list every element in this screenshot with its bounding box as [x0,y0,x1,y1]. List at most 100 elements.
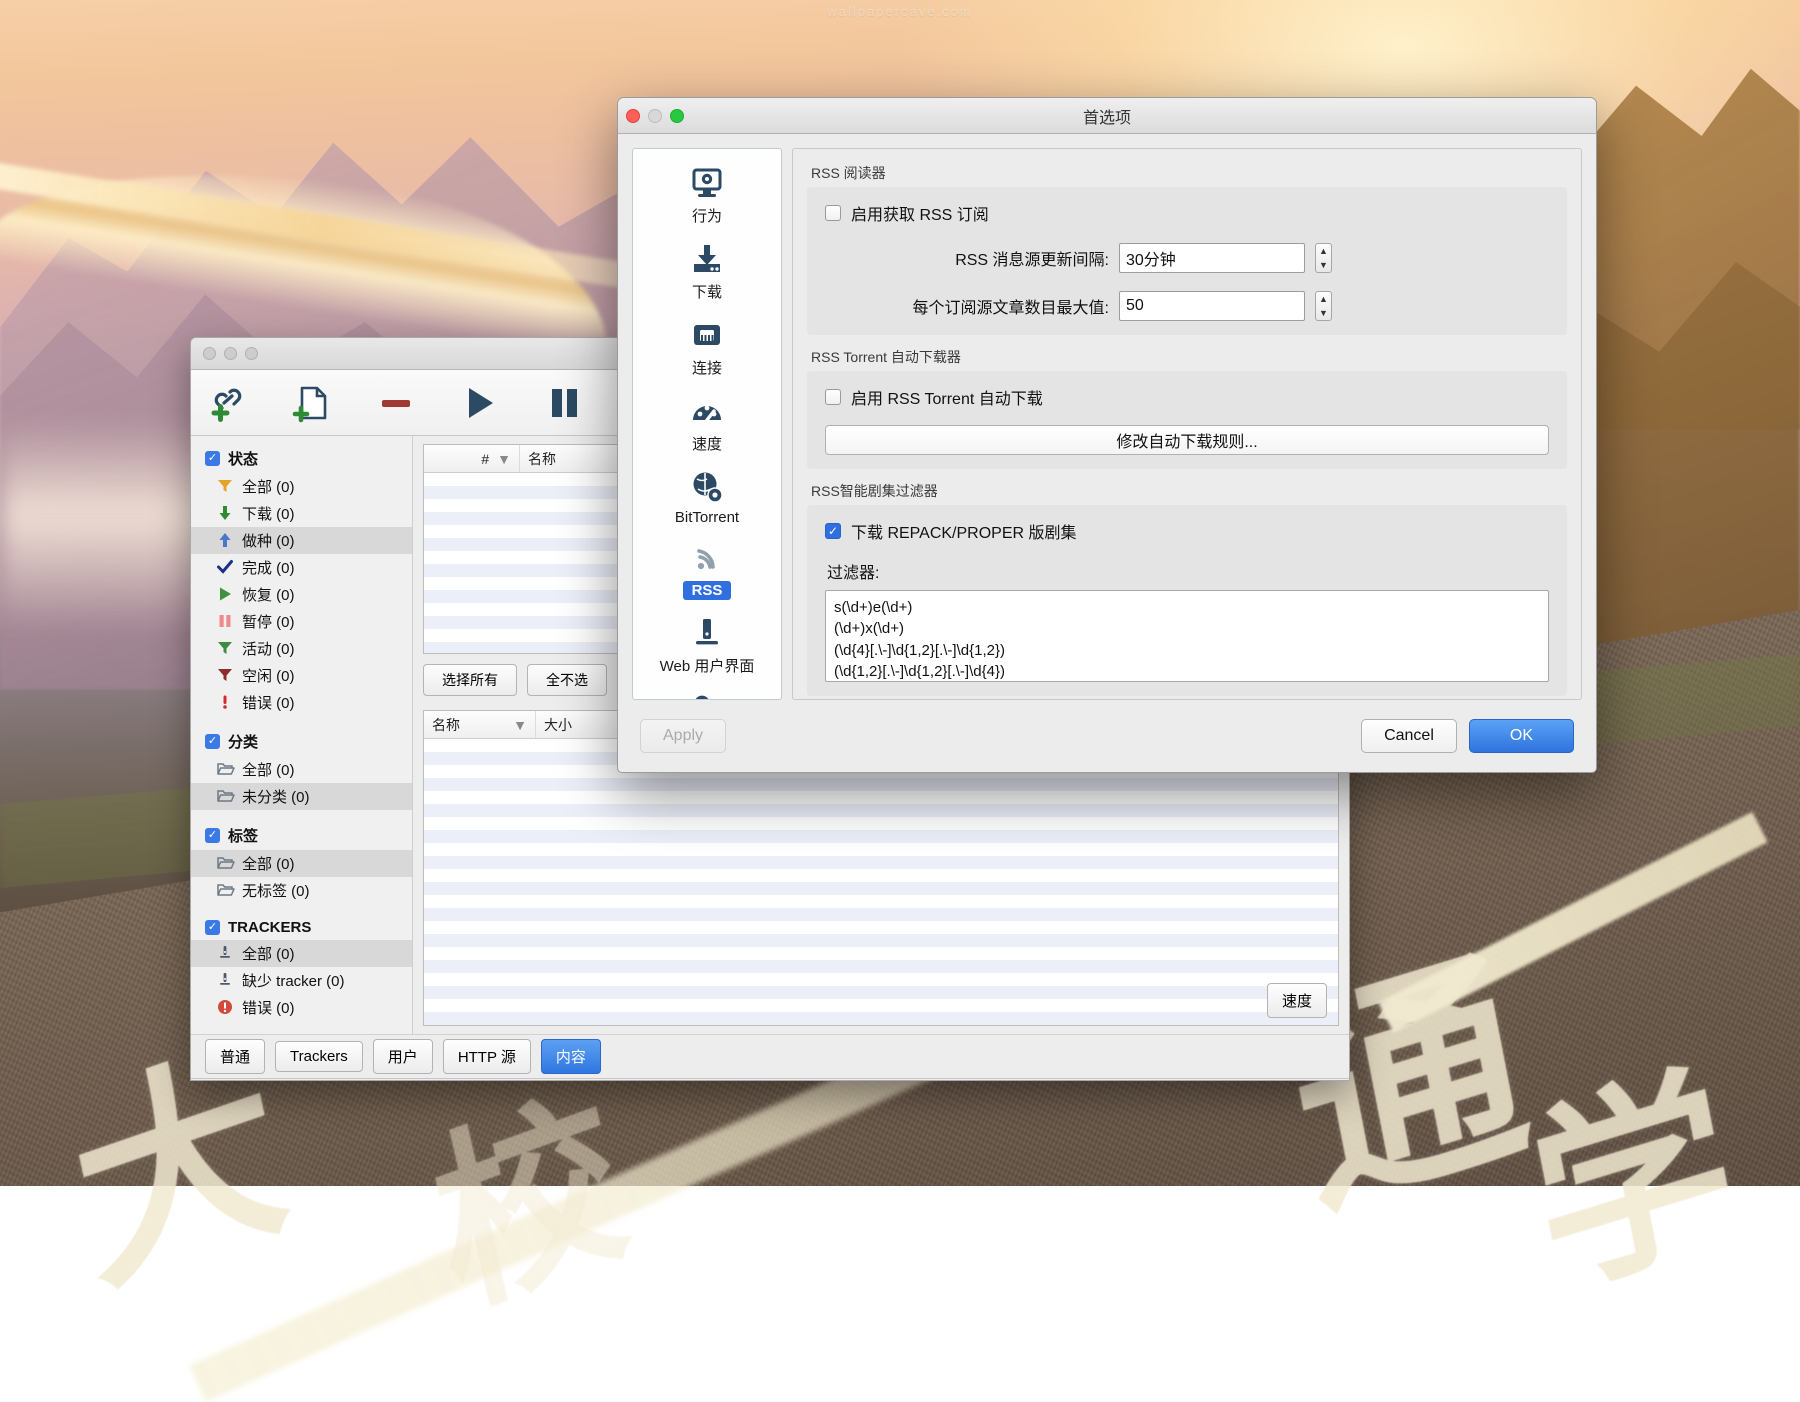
stepper-down-icon[interactable]: ▼ [1319,260,1328,270]
filter-group-13[interactable]: ✓标签 [191,821,412,850]
filter-item-label: 全部 (0) [242,943,295,964]
preferences-sidebar[interactable]: 行为 下载 连接 [632,148,782,700]
add-link-button[interactable] [205,380,251,426]
filter-item-14[interactable]: 全部 (0) [191,850,412,877]
filter-group-checkbox[interactable]: ✓ [205,920,220,935]
cancel-button[interactable]: Cancel [1361,719,1457,753]
filters-textarea[interactable]: s(\d+)e(\d+)(\d+)x(\d+)(\d{4}[.\-]\d{1,2… [825,590,1549,682]
stepper-up-icon[interactable]: ▲ [1319,294,1328,304]
alt-speed-toggle[interactable] [546,1079,600,1081]
client-close-button[interactable] [203,347,216,360]
filter-line: s(\d+)e(\d+) [834,597,1540,618]
enable-auto-download-row[interactable]: 启用 RSS Torrent 自动下载 [825,385,1549,409]
filter-item-3[interactable]: 做种 (0) [191,527,412,554]
filter-group-checkbox[interactable]: ✓ [205,734,220,749]
filter-item-7[interactable]: 活动 (0) [191,635,412,662]
sidebar-item-behavior[interactable]: 行为 [633,159,781,235]
arrow-down-green-icon [217,505,233,523]
max-articles-input[interactable]: 50 [1119,291,1305,321]
stepper-up-icon[interactable]: ▲ [1319,246,1328,256]
filter-group-16[interactable]: ✓TRACKERS [191,915,412,940]
filter-group-10[interactable]: ✓分类 [191,727,412,756]
filter-item-label: 无标签 (0) [242,880,310,901]
select-none-button[interactable]: 全不选 [527,664,607,696]
remove-button[interactable] [373,380,419,426]
sidebar-item-bittorrent[interactable]: BitTorrent [633,463,781,535]
auto-downloader-group: 启用 RSS Torrent 自动下载 修改自动下载规则... [807,371,1567,469]
filter-item-6[interactable]: 暂停 (0) [191,608,412,635]
funnel-green-icon [217,640,233,658]
sort-arrow-icon: ▼ [513,717,527,733]
edit-download-rules-button[interactable]: 修改自动下载规则... [825,425,1549,455]
filter-item-18[interactable]: 缺少 tracker (0) [191,967,412,994]
smart-filter-group-title: RSS智能剧集过滤器 [811,481,1567,501]
refresh-interval-input[interactable]: 30分钟 [1119,243,1305,273]
gears-icon [690,692,724,700]
smart-filter-group: ✓ 下载 REPACK/PROPER 版剧集 过滤器: s(\d+)e(\d+)… [807,505,1567,696]
filter-item-label: 未分类 (0) [242,786,310,807]
column-header-name[interactable]: 名称 [528,449,556,469]
filter-sidebar[interactable]: ✓状态全部 (0)下载 (0)做种 (0)完成 (0)恢复 (0)暂停 (0)活… [191,436,413,1034]
filter-item-9[interactable]: 错误 (0) [191,689,412,716]
filter-item-17[interactable]: 全部 (0) [191,940,412,967]
filter-item-11[interactable]: 全部 (0) [191,756,412,783]
sidebar-label: BitTorrent [675,509,739,526]
enable-rss-fetch-row[interactable]: 启用获取 RSS 订阅 [825,201,1549,225]
download-repack-checkbox[interactable]: ✓ [825,523,841,539]
pause-button[interactable] [541,380,587,426]
arrow-up-blue-icon [217,532,233,550]
sidebar-item-connection[interactable]: 连接 [633,311,781,387]
stepper-down-icon[interactable]: ▼ [1319,308,1328,318]
filter-item-label: 错误 (0) [242,692,295,713]
filter-group-0[interactable]: ✓状态 [191,444,412,473]
filter-item-5[interactable]: 恢复 (0) [191,581,412,608]
filter-line: (\d{4}[.\-]\d{1,2}[.\-]\d{1,2}) [834,640,1540,661]
detail-tab-4[interactable]: 内容 [541,1039,601,1074]
filter-group-checkbox[interactable]: ✓ [205,828,220,843]
filter-item-15[interactable]: 无标签 (0) [191,877,412,904]
client-status-bar: DHT: 66 结点 0 B/s (0 B) [191,1078,1349,1081]
client-minimize-button[interactable] [224,347,237,360]
filter-item-2[interactable]: 下载 (0) [191,500,412,527]
sidebar-item-webui[interactable]: Web 用户界面 [633,609,781,685]
wallpaper-watermark: wallpapercave.com [0,4,1800,19]
select-all-button[interactable]: 选择所有 [423,664,517,696]
filter-item-1[interactable]: 全部 (0) [191,473,412,500]
column-header-size[interactable]: 大小 [544,715,572,735]
download-repack-row[interactable]: ✓ 下载 REPACK/PROPER 版剧集 [825,519,1549,543]
filter-group-checkbox[interactable]: ✓ [205,451,220,466]
funnel-dark-red-icon [217,667,233,685]
column-header-index[interactable]: # [481,451,489,467]
refresh-interval-stepper[interactable]: ▲ ▼ [1315,243,1332,273]
filter-item-8[interactable]: 空闲 (0) [191,662,412,689]
download-speed-status: 0 B/s (0 B) [668,1079,799,1081]
enable-auto-download-checkbox[interactable] [825,389,841,405]
speed-limit-toggle[interactable] [601,1079,667,1081]
check-navy-icon [217,559,233,577]
detail-tab-0[interactable]: 普通 [205,1039,265,1074]
ok-button[interactable]: OK [1469,719,1574,753]
add-file-button[interactable] [289,380,335,426]
speed-tab-button[interactable]: 速度 [1267,983,1327,1018]
enable-rss-fetch-checkbox[interactable] [825,205,841,221]
column-header-filename[interactable]: 名称 [432,715,460,735]
sidebar-item-downloads[interactable]: 下载 [633,235,781,311]
filter-item-19[interactable]: 错误 (0) [191,994,412,1021]
client-zoom-button[interactable] [245,347,258,360]
filter-item-12[interactable]: 未分类 (0) [191,783,412,810]
filter-item-4[interactable]: 完成 (0) [191,554,412,581]
start-button[interactable] [457,380,503,426]
detail-tab-2[interactable]: 用户 [373,1039,433,1074]
filter-item-label: 下载 (0) [242,503,295,524]
content-list-rows[interactable] [424,739,1338,1026]
sidebar-item-advanced[interactable] [633,685,781,700]
sort-arrow-icon: ▼ [497,451,511,467]
rss-icon [690,542,724,576]
sidebar-item-rss[interactable]: RSS [633,535,781,609]
preferences-body: 行为 下载 连接 [618,134,1596,714]
detail-tab-1[interactable]: Trackers [275,1041,363,1072]
sidebar-item-speed[interactable]: 速度 [633,387,781,463]
detail-tab-3[interactable]: HTTP 源 [443,1039,531,1074]
apply-button[interactable]: Apply [640,719,726,753]
max-articles-stepper[interactable]: ▲ ▼ [1315,291,1332,321]
